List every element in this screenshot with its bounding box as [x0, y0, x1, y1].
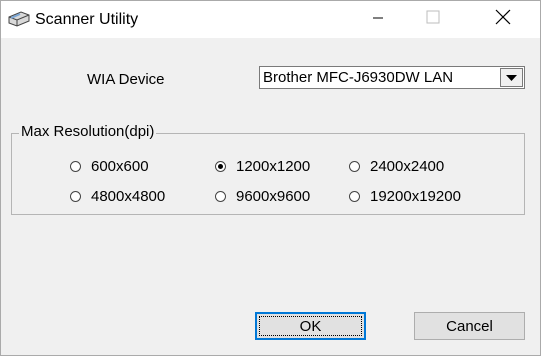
radio-2400x2400[interactable]: 2400x2400	[349, 158, 444, 175]
close-button[interactable]	[480, 1, 526, 38]
wia-device-select[interactable]: Brother MFC-J6930DW LAN	[259, 66, 525, 89]
radio-button[interactable]	[215, 191, 226, 202]
radio-600x600[interactable]: 600x600	[70, 158, 149, 175]
radio-label: 1200x1200	[236, 158, 311, 175]
radio-1200x1200[interactable]: 1200x1200	[215, 158, 310, 175]
window-title: Scanner Utility	[35, 11, 139, 28]
radio-label: 9600x9600	[236, 188, 311, 205]
radio-label: 2400x2400	[370, 158, 445, 175]
cancel-button[interactable]: Cancel	[414, 312, 525, 340]
radio-button[interactable]	[349, 191, 360, 202]
title-bar[interactable]: Scanner Utility	[1, 1, 540, 38]
minimize-icon	[372, 11, 384, 29]
radio-label: 600x600	[91, 158, 149, 175]
cancel-button-label: Cancel	[446, 317, 493, 335]
radio-9600x9600[interactable]: 9600x9600	[215, 188, 310, 205]
radio-button-selected[interactable]	[215, 161, 226, 172]
ok-button[interactable]: OK	[255, 312, 366, 340]
dialog-window: Scanner Utility WIA Device Brother MFC-J…	[0, 0, 541, 356]
scanner-icon	[7, 9, 31, 29]
focus-rectangle	[259, 316, 362, 336]
close-icon	[495, 9, 511, 30]
radio-label: 4800x4800	[91, 188, 166, 205]
radio-label: 19200x19200	[370, 188, 461, 205]
max-resolution-label: Max Resolution(dpi)	[19, 123, 157, 140]
radio-19200x19200[interactable]: 19200x19200	[349, 188, 461, 205]
dropdown-arrow-button[interactable]	[500, 68, 523, 87]
minimize-button[interactable]	[355, 1, 401, 38]
radio-button[interactable]	[70, 161, 81, 172]
chevron-down-icon	[506, 69, 517, 87]
wia-device-label: WIA Device	[87, 71, 165, 88]
maximize-button[interactable]	[410, 1, 456, 38]
radio-button[interactable]	[349, 161, 360, 172]
radio-4800x4800[interactable]: 4800x4800	[70, 188, 165, 205]
wia-device-value: Brother MFC-J6930DW LAN	[263, 69, 454, 86]
radio-button[interactable]	[70, 191, 81, 202]
maximize-icon	[426, 10, 440, 29]
